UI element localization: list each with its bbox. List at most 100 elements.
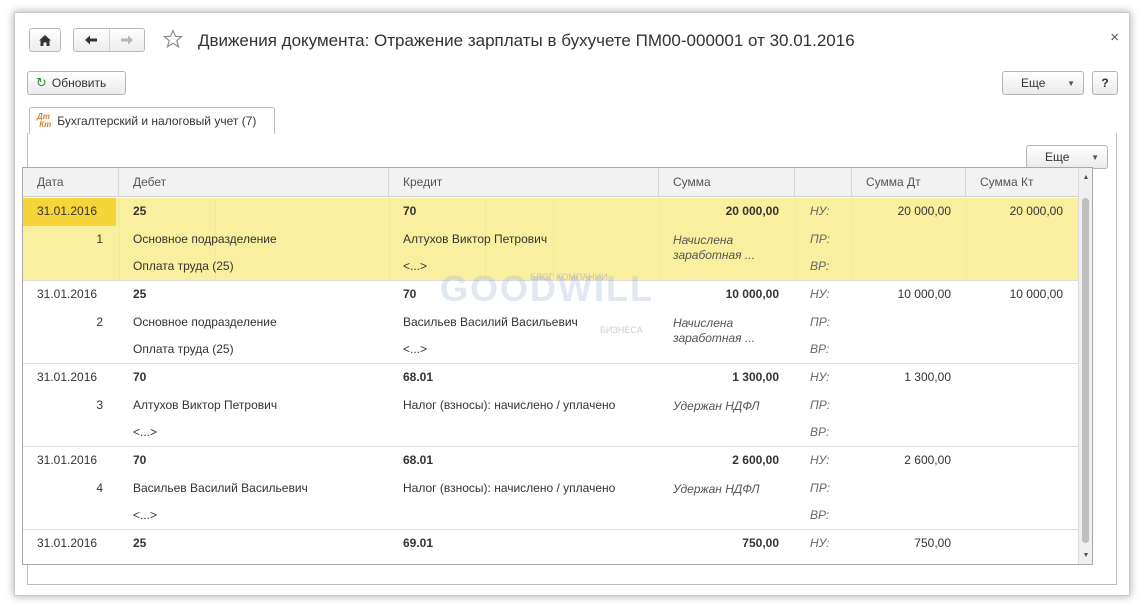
column-header-credit[interactable]: Кредит (389, 168, 659, 197)
forward-button[interactable] (108, 29, 145, 51)
column-header-sum[interactable]: Сумма (659, 168, 795, 197)
credit-line: <...> (403, 342, 428, 357)
accounting-type-label: ВР: (810, 259, 830, 274)
debit-line: 25 (133, 287, 147, 301)
row-sum-kt: 10 000,00 (1009, 287, 1063, 301)
row-sum: 10 000,00 (725, 287, 779, 301)
credit-line: Налог (взносы): начислено / уплачено (403, 397, 616, 412)
home-button[interactable] (29, 28, 61, 52)
refresh-button[interactable]: ↻ Обновить (27, 71, 126, 95)
row-date: 31.01.2016 (37, 204, 98, 218)
scroll-thumb[interactable] (1082, 198, 1089, 543)
scroll-down-icon[interactable]: ▼ (1079, 548, 1092, 562)
accounting-type-label: НУ: (810, 370, 830, 384)
column-header-type[interactable] (795, 168, 852, 197)
help-button[interactable]: ? (1092, 71, 1118, 95)
table-row[interactable]: 31.01.2016 25 69.01 НУ: 750,00 750,00 (23, 530, 1078, 564)
row-description: Удержан НДФЛ (673, 398, 760, 413)
debit-line: Оплата труда (25) (133, 259, 234, 274)
column-header-date[interactable]: Дата (23, 168, 119, 197)
refresh-icon: ↻ (36, 75, 47, 90)
scroll-up-icon[interactable]: ▲ (1079, 170, 1092, 184)
row-date: 31.01.2016 (37, 370, 98, 384)
row-sum-kt (973, 364, 1063, 391)
debit-line: 70 (133, 370, 147, 384)
accounting-type-label (810, 558, 850, 564)
credit-line: 70 (403, 204, 417, 218)
table-header: Дата Дебет Кредит Сумма Сумма Дт Сумма К… (23, 168, 1078, 197)
table-body: 31.01.2016 1 25 70 НУ: Основное подразделение… (23, 198, 1078, 564)
row-description: Удержан НДФЛ (673, 481, 760, 496)
debit-line: Основное подразделение (133, 314, 277, 329)
row-number: 3 (96, 397, 103, 412)
debit-line: <...> (133, 425, 158, 440)
row-sum: 2 600,00 (732, 453, 779, 467)
debit-line (133, 558, 383, 564)
row-sum-dt: 750,00 (914, 536, 951, 550)
column-header-sum-dt[interactable]: Сумма Дт (852, 168, 966, 197)
debit-line: Алтухов Виктор Петрович (133, 397, 278, 412)
table-row[interactable]: 31.01.2016 3 70 68.01 НУ: Алтухов Виктор Петр… (23, 364, 1078, 447)
row-date: 31.01.2016 (37, 536, 98, 550)
cell-divider (966, 198, 967, 280)
arrow-right-icon (120, 35, 133, 45)
back-button[interactable] (74, 29, 109, 51)
accounting-type-label: ВР: (810, 342, 830, 357)
column-header-sum-kt[interactable]: Сумма Кт (966, 168, 1080, 197)
close-icon[interactable]: × (1110, 29, 1119, 46)
row-number (43, 558, 103, 564)
row-sum-dt: 2 600,00 (904, 453, 951, 467)
accounting-type-label: ВР: (810, 508, 830, 523)
credit-line (403, 502, 653, 529)
debit-line: Оплата труда (25) (133, 342, 234, 357)
credit-line: Алтухов Виктор Петрович (403, 231, 548, 246)
chevron-down-icon: ▼ (1091, 152, 1099, 162)
column-header-debit[interactable]: Дебет (119, 168, 389, 197)
debit-line: <...> (133, 508, 158, 523)
row-description: Начислена заработная ... (673, 232, 755, 262)
debit-line: 70 (133, 453, 147, 467)
table-row[interactable]: 31.01.2016 1 25 70 НУ: Основное подразделение… (23, 198, 1078, 281)
accounting-type-label: ПР: (810, 480, 830, 495)
credit-line: Васильев Василий Васильевич (403, 314, 578, 329)
chevron-down-icon: ▼ (1067, 78, 1075, 88)
cell-divider (852, 198, 853, 280)
cell-divider (659, 198, 660, 280)
accounting-type-label: ВР: (810, 425, 830, 440)
debit-line: Основное подразделение (133, 231, 277, 246)
accounting-type-label: ПР: (810, 397, 830, 412)
tab-accounting[interactable]: Дт Кт Бухгалтерский и налоговый учет (7) (29, 107, 275, 134)
window-title: Движения документа: Отражение зарплаты в… (198, 31, 855, 50)
credit-line: 70 (403, 287, 417, 301)
cell-divider (119, 198, 120, 280)
accounting-type-label: НУ: (810, 204, 830, 218)
row-date: 31.01.2016 (37, 453, 98, 467)
movements-table: Дата Дебет Кредит Сумма Сумма Дт Сумма К… (22, 167, 1093, 565)
home-icon (39, 34, 51, 46)
vertical-scrollbar[interactable]: ▲ ▼ (1078, 168, 1092, 564)
accounting-type-label: НУ: (810, 287, 830, 301)
row-sum-kt (973, 447, 1063, 474)
more-button[interactable]: Еще ▼ (1002, 71, 1084, 95)
credit-line: 68.01 (403, 370, 434, 384)
cell-divider (389, 198, 390, 280)
table-row[interactable]: 31.01.2016 2 25 70 НУ: Основное подразделение… (23, 281, 1078, 364)
row-number: 2 (96, 314, 103, 329)
row-sum-kt (973, 530, 1063, 557)
row-date: 31.01.2016 (37, 287, 98, 301)
debit-line: 25 (133, 536, 147, 550)
row-number: 4 (96, 480, 103, 495)
table-more-button[interactable]: Еще ▼ (1026, 145, 1108, 169)
table-row[interactable]: 31.01.2016 4 70 68.01 НУ: Васильев Василий Ва… (23, 447, 1078, 530)
row-sum-dt: 10 000,00 (897, 287, 951, 301)
credit-line: Налог (взносы): начислено / уплачено (403, 480, 616, 495)
credit-line: <...> (403, 259, 428, 274)
accounting-type-label: НУ: (810, 453, 830, 467)
credit-line: 69.01 (403, 536, 434, 550)
accounting-type-label: ПР: (810, 231, 830, 246)
cell-divider (795, 198, 796, 280)
debit-line: 25 (133, 204, 147, 218)
favorite-star-icon[interactable] (161, 27, 185, 51)
row-sum-kt: 20 000,00 (1009, 204, 1063, 218)
debit-credit-icon: Дт Кт (37, 112, 52, 129)
